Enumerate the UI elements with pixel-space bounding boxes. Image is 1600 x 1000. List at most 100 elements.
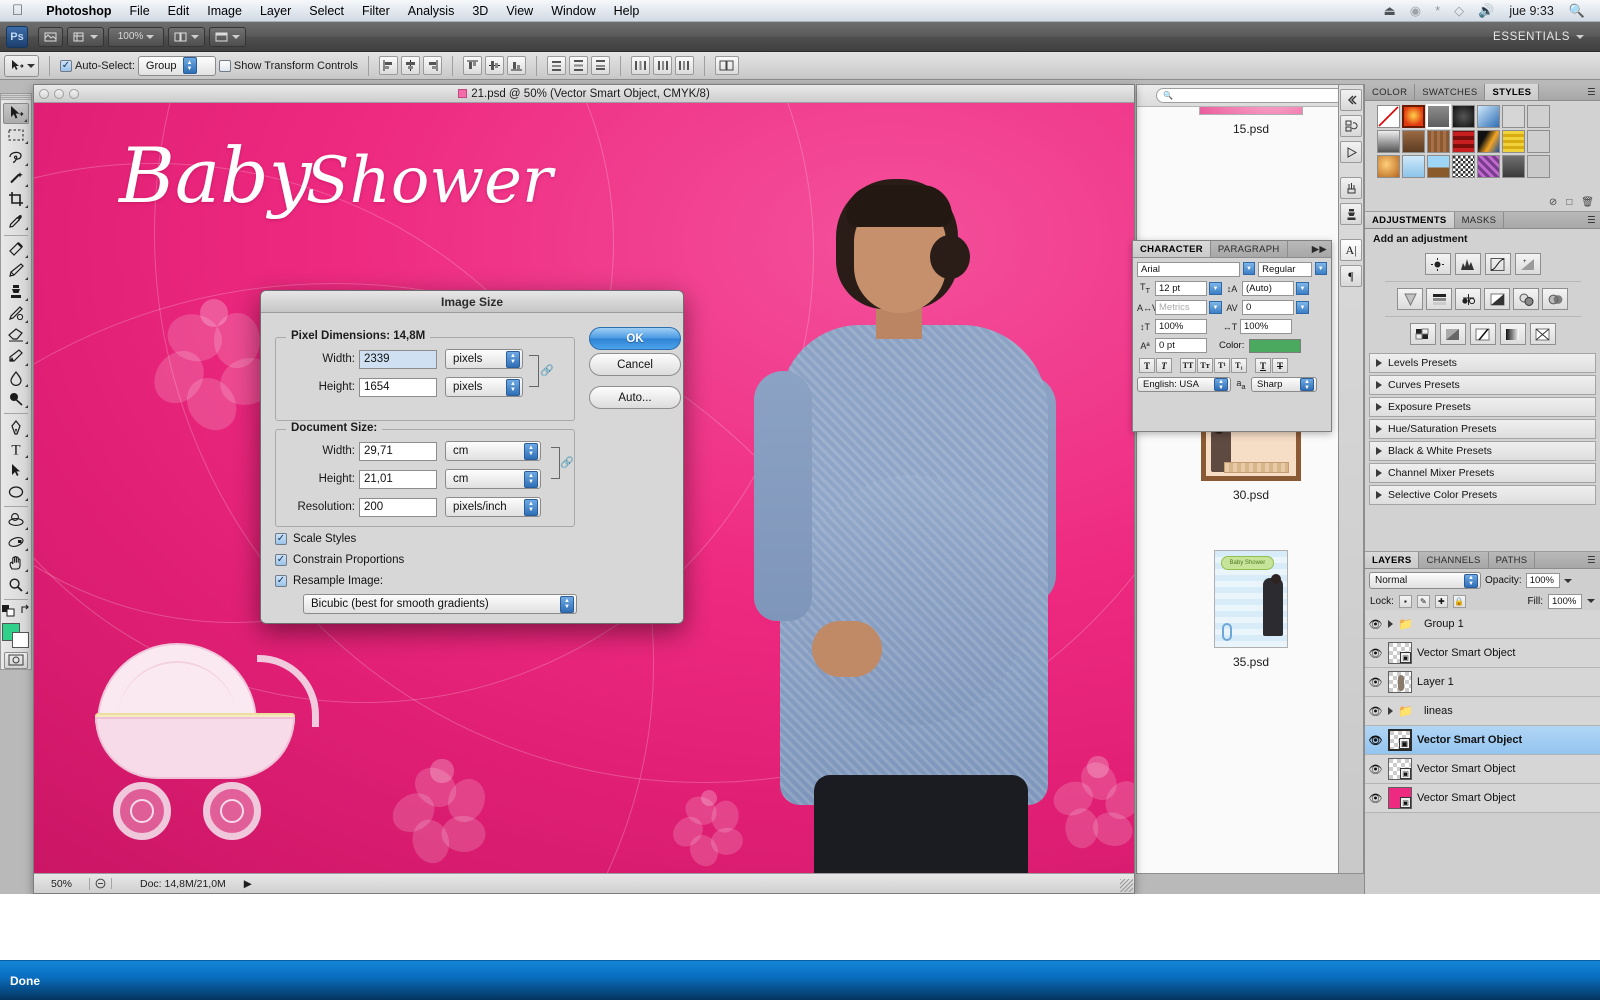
- stepper-icon[interactable]: ▲ ▼: [506, 378, 520, 396]
- faux-italic-icon[interactable]: T: [1156, 358, 1172, 373]
- fill-input[interactable]: 100%: [1548, 593, 1582, 609]
- invert-icon[interactable]: [1409, 323, 1436, 345]
- gradient-map-icon[interactable]: [1499, 323, 1526, 345]
- style-swatch[interactable]: [1377, 130, 1400, 153]
- stepper-icon[interactable]: ▲ ▼: [560, 595, 574, 613]
- window-resize-grip[interactable]: [1120, 879, 1133, 892]
- browser-thumbnail-item[interactable]: 15.psd: [1137, 107, 1355, 136]
- font-size-input[interactable]: 12 pt: [1155, 281, 1207, 296]
- menu-item-edit[interactable]: Edit: [159, 4, 199, 18]
- menu-bar-clock[interactable]: jue 9:33: [1509, 4, 1553, 18]
- stepper-icon[interactable]: ▲ ▼: [524, 498, 538, 516]
- distribute-left-edges-icon[interactable]: [631, 56, 651, 75]
- background-color-swatch[interactable]: [12, 631, 29, 648]
- expand-panels-icon[interactable]: [1340, 89, 1362, 111]
- vibrance-icon[interactable]: [1397, 288, 1423, 310]
- photoshop-app-icon[interactable]: Ps: [6, 25, 28, 48]
- rectangular-marquee-tool[interactable]: [3, 125, 29, 145]
- curves-icon[interactable]: [1484, 253, 1511, 275]
- panel-menu-icon[interactable]: ☰: [1535, 552, 1600, 568]
- preset-row-hue-saturation[interactable]: Hue/Saturation Presets: [1369, 419, 1596, 439]
- layer-row-group-1[interactable]: 👁 📁 Group 1: [1365, 610, 1600, 639]
- zoom-tool[interactable]: [3, 574, 29, 594]
- healing-brush-tool[interactable]: [3, 239, 29, 259]
- tracking-dropdown-icon[interactable]: ▼: [1296, 301, 1309, 314]
- browser-thumbnail-item[interactable]: Baby Shower 35.psd: [1137, 550, 1355, 669]
- layer-row-vector-smart-object-selected[interactable]: 👁 ▣ Vector Smart Object: [1365, 726, 1600, 755]
- align-top-edges-icon[interactable]: [463, 56, 483, 75]
- chevron-down-icon[interactable]: [1587, 599, 1595, 603]
- lock-image-pixels-icon[interactable]: ✎: [1416, 594, 1430, 608]
- airport-icon[interactable]: ◉: [1410, 3, 1421, 19]
- stepper-icon[interactable]: ▲ ▼: [182, 57, 197, 74]
- layer-thumbnail[interactable]: ▣: [1388, 787, 1412, 809]
- menu-item-filter[interactable]: Filter: [353, 4, 399, 18]
- layer-row-vector-smart-object[interactable]: 👁 ▣ Vector Smart Object: [1365, 755, 1600, 784]
- lock-position-icon[interactable]: ✚: [1434, 594, 1448, 608]
- align-vertical-centers-icon[interactable]: [485, 56, 505, 75]
- style-swatch[interactable]: [1377, 155, 1400, 178]
- ok-button[interactable]: OK: [589, 327, 681, 350]
- document-height-unit-dropdown[interactable]: cm ▲ ▼: [445, 469, 541, 489]
- preset-row-exposure[interactable]: Exposure Presets: [1369, 397, 1596, 417]
- document-height-input[interactable]: 21,01: [359, 469, 437, 489]
- search-icon[interactable]: 🔍: [1569, 3, 1585, 19]
- document-title-bar[interactable]: 21.psd @ 50% (Vector Smart Object, CMYK/…: [34, 85, 1134, 103]
- stepper-icon[interactable]: ▲ ▼: [506, 350, 520, 368]
- panel-menu-icon[interactable]: ☰: [1539, 84, 1600, 100]
- layer-visibility-icon[interactable]: 👁: [1368, 792, 1383, 805]
- delete-style-icon[interactable]: 🗑: [1581, 197, 1594, 208]
- clone-source-panel-icon[interactable]: [1340, 203, 1362, 225]
- history-panel-icon[interactable]: [1340, 115, 1362, 137]
- distribute-bottom-edges-icon[interactable]: [591, 56, 611, 75]
- active-tool-preset-picker[interactable]: [4, 54, 39, 77]
- pixel-width-input[interactable]: 2339: [359, 349, 437, 369]
- document-width-input[interactable]: 29,71: [359, 441, 437, 461]
- layer-visibility-icon[interactable]: 👁: [1368, 618, 1383, 631]
- menu-item-window[interactable]: Window: [542, 4, 604, 18]
- actions-panel-icon[interactable]: [1340, 141, 1362, 163]
- layer-thumbnail[interactable]: ▣: [1388, 758, 1412, 780]
- apple-icon[interactable]: : [12, 3, 23, 18]
- layer-visibility-icon[interactable]: 👁: [1368, 705, 1383, 718]
- pixel-width-unit-dropdown[interactable]: pixels ▲ ▼: [445, 349, 523, 369]
- stepper-icon[interactable]: ▲ ▼: [524, 470, 538, 488]
- view-extras-icon[interactable]: [67, 26, 104, 47]
- tab-color[interactable]: COLOR: [1365, 84, 1416, 100]
- 3d-orbit-tool[interactable]: [3, 532, 29, 552]
- style-swatch[interactable]: [1426, 104, 1451, 129]
- tab-masks[interactable]: MASKS: [1455, 212, 1505, 228]
- style-swatch[interactable]: [1502, 105, 1525, 128]
- chevron-down-icon[interactable]: [1563, 578, 1572, 583]
- style-swatch[interactable]: [1452, 155, 1475, 178]
- tab-character[interactable]: CHARACTER: [1133, 241, 1211, 257]
- tab-swatches[interactable]: SWATCHES: [1415, 84, 1486, 100]
- align-horizontal-centers-icon[interactable]: [401, 56, 421, 75]
- levels-icon[interactable]: [1454, 253, 1481, 275]
- horizontal-scale-input[interactable]: 100%: [1240, 319, 1292, 334]
- style-swatch[interactable]: [1477, 105, 1500, 128]
- font-family-input[interactable]: Arial: [1137, 262, 1240, 277]
- brush-tool[interactable]: [3, 260, 29, 280]
- resample-method-dropdown[interactable]: Bicubic (best for smooth gradients) ▲ ▼: [303, 594, 577, 614]
- style-swatch[interactable]: [1527, 130, 1550, 153]
- photo-filter-icon[interactable]: [1513, 288, 1539, 310]
- resolution-unit-dropdown[interactable]: pixels/inch ▲ ▼: [445, 497, 541, 517]
- align-right-edges-icon[interactable]: [423, 56, 443, 75]
- text-color-swatch[interactable]: [1249, 338, 1302, 353]
- preset-row-channel-mixer[interactable]: Channel Mixer Presets: [1369, 463, 1596, 483]
- menu-item-photoshop[interactable]: Photoshop: [37, 4, 120, 18]
- path-selection-tool[interactable]: [3, 460, 29, 480]
- language-dropdown[interactable]: English: USA ▲ ▼: [1137, 377, 1231, 392]
- eject-icon[interactable]: ⏏: [1383, 3, 1395, 19]
- stepper-icon[interactable]: ▲ ▼: [1464, 573, 1478, 588]
- clone-stamp-tool[interactable]: [3, 282, 29, 302]
- channel-mixer-icon[interactable]: [1542, 288, 1568, 310]
- layer-row-vector-smart-object[interactable]: 👁 ▣ Vector Smart Object: [1365, 784, 1600, 813]
- workspace-switcher[interactable]: ESSENTIALS: [1493, 31, 1594, 43]
- layer-visibility-icon[interactable]: 👁: [1368, 647, 1383, 660]
- character-panel-icon[interactable]: A|: [1340, 239, 1362, 261]
- posterize-icon[interactable]: [1439, 323, 1466, 345]
- chevron-right-icon[interactable]: [1388, 620, 1393, 628]
- hand-tool[interactable]: [3, 553, 29, 573]
